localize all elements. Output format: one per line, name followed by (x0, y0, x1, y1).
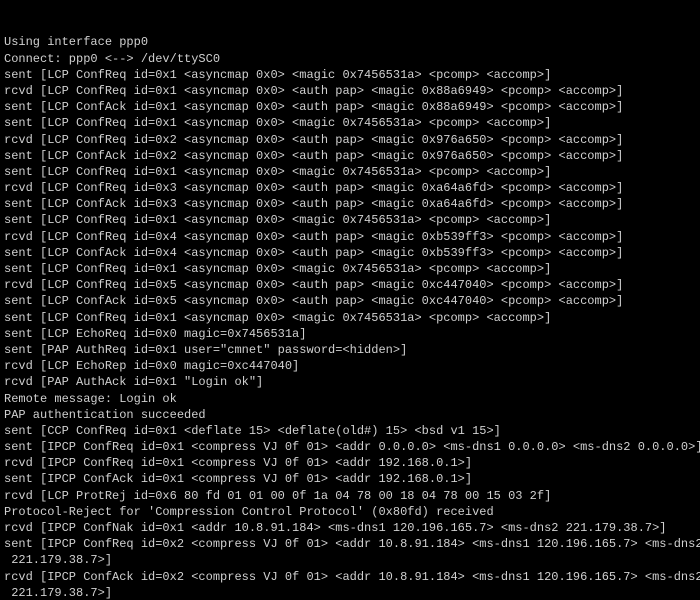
log-line: Protocol-Reject for 'Compression Control… (4, 504, 696, 520)
log-line: sent [LCP ConfAck id=0x1 <asyncmap 0x0> … (4, 99, 696, 115)
log-line: rcvd [LCP ConfReq id=0x1 <asyncmap 0x0> … (4, 83, 696, 99)
log-line: sent [LCP ConfAck id=0x3 <asyncmap 0x0> … (4, 196, 696, 212)
log-line: sent [LCP ConfAck id=0x4 <asyncmap 0x0> … (4, 245, 696, 261)
log-line: sent [CCP ConfReq id=0x1 <deflate 15> <d… (4, 423, 696, 439)
log-line: sent [LCP ConfReq id=0x1 <asyncmap 0x0> … (4, 67, 696, 83)
log-line: sent [LCP ConfReq id=0x1 <asyncmap 0x0> … (4, 164, 696, 180)
log-line: rcvd [IPCP ConfReq id=0x1 <compress VJ 0… (4, 455, 696, 471)
log-line: 221.179.38.7>] (4, 552, 696, 568)
log-line: sent [LCP ConfAck id=0x5 <asyncmap 0x0> … (4, 293, 696, 309)
log-line: sent [IPCP ConfAck id=0x1 <compress VJ 0… (4, 471, 696, 487)
terminal-output: Using interface ppp0Connect: ppp0 <--> /… (0, 0, 700, 600)
log-line: rcvd [PAP AuthAck id=0x1 "Login ok"] (4, 374, 696, 390)
log-line: Connect: ppp0 <--> /dev/ttySC0 (4, 51, 696, 67)
log-line: sent [LCP ConfReq id=0x1 <asyncmap 0x0> … (4, 115, 696, 131)
log-line: sent [LCP ConfReq id=0x1 <asyncmap 0x0> … (4, 212, 696, 228)
log-line: sent [IPCP ConfReq id=0x1 <compress VJ 0… (4, 439, 696, 455)
log-line: sent [LCP EchoReq id=0x0 magic=0x7456531… (4, 326, 696, 342)
log-line: sent [LCP ConfReq id=0x1 <asyncmap 0x0> … (4, 261, 696, 277)
log-line: Using interface ppp0 (4, 34, 696, 50)
log-line: rcvd [LCP EchoRep id=0x0 magic=0xc447040… (4, 358, 696, 374)
log-line: rcvd [LCP ConfReq id=0x3 <asyncmap 0x0> … (4, 180, 696, 196)
log-line: sent [LCP ConfAck id=0x2 <asyncmap 0x0> … (4, 148, 696, 164)
log-line: rcvd [LCP ProtRej id=0x6 80 fd 01 01 00 … (4, 488, 696, 504)
log-line: rcvd [LCP ConfReq id=0x5 <asyncmap 0x0> … (4, 277, 696, 293)
log-line: sent [IPCP ConfReq id=0x2 <compress VJ 0… (4, 536, 696, 552)
log-line: rcvd [IPCP ConfNak id=0x1 <addr 10.8.91.… (4, 520, 696, 536)
log-line: PAP authentication succeeded (4, 407, 696, 423)
log-line: rcvd [LCP ConfReq id=0x2 <asyncmap 0x0> … (4, 132, 696, 148)
log-line: rcvd [LCP ConfReq id=0x4 <asyncmap 0x0> … (4, 229, 696, 245)
log-line: 221.179.38.7>] (4, 585, 696, 600)
log-line: Remote message: Login ok (4, 391, 696, 407)
log-line: sent [LCP ConfReq id=0x1 <asyncmap 0x0> … (4, 310, 696, 326)
log-line: rcvd [IPCP ConfAck id=0x2 <compress VJ 0… (4, 569, 696, 585)
log-line: sent [PAP AuthReq id=0x1 user="cmnet" pa… (4, 342, 696, 358)
